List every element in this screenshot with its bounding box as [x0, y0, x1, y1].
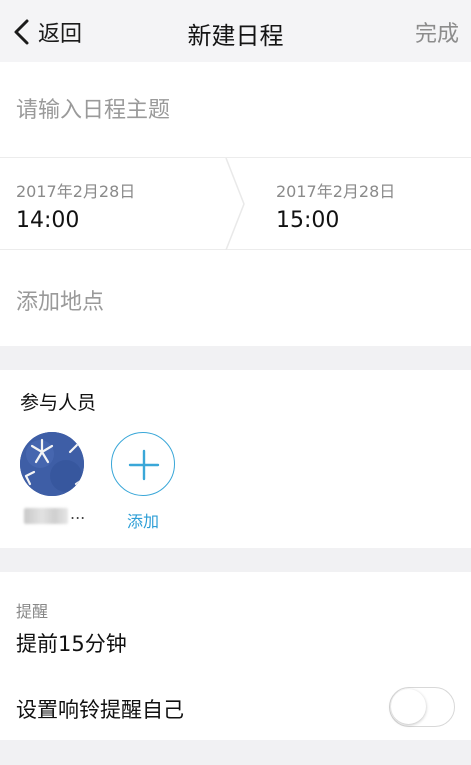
reminder-label: 提醒 [16, 602, 49, 621]
time-range-section: 2017年2月28日 14:00 2017年2月28日 15:00 [0, 158, 471, 250]
add-participant-label[interactable]: 添加 [111, 508, 175, 532]
done-button[interactable]: 完成 [415, 16, 459, 48]
page-title: 新建日程 [187, 22, 284, 50]
location-section: 添加地点 [0, 250, 471, 346]
end-time: 15:00 [276, 208, 340, 233]
end-date: 2017年2月28日 [276, 182, 396, 201]
ring-self-label: 设置响铃提醒自己 [16, 698, 184, 722]
participant-name-blurred [24, 508, 68, 524]
add-participant-button[interactable] [111, 432, 175, 496]
plus-icon [128, 449, 160, 481]
toggle-knob [391, 689, 426, 724]
chevron-divider-icon [225, 158, 245, 250]
participant-avatar[interactable] [20, 432, 84, 496]
header-bar: 返回 新建日程 完成 [0, 0, 471, 62]
start-time: 14:00 [16, 208, 80, 233]
starfish-avatar-image [20, 432, 84, 496]
reminder-section: 提醒 提前15分钟 设置响铃提醒自己 [0, 572, 471, 740]
subject-section: 请输入日程主题 [0, 62, 471, 158]
subject-input[interactable]: 请输入日程主题 [16, 92, 170, 124]
participant-name-suffix: ... [70, 504, 86, 523]
reminder-value[interactable]: 提前15分钟 [16, 628, 127, 658]
location-input[interactable]: 添加地点 [16, 284, 104, 316]
participants-section: 参与人员 ... 添加 [0, 370, 471, 548]
ring-self-toggle[interactable] [389, 687, 455, 727]
participants-label: 参与人员 [20, 392, 97, 414]
start-date: 2017年2月28日 [16, 182, 136, 201]
start-time-picker[interactable]: 2017年2月28日 14:00 [0, 158, 236, 250]
end-time-picker[interactable]: 2017年2月28日 15:00 [260, 158, 471, 250]
